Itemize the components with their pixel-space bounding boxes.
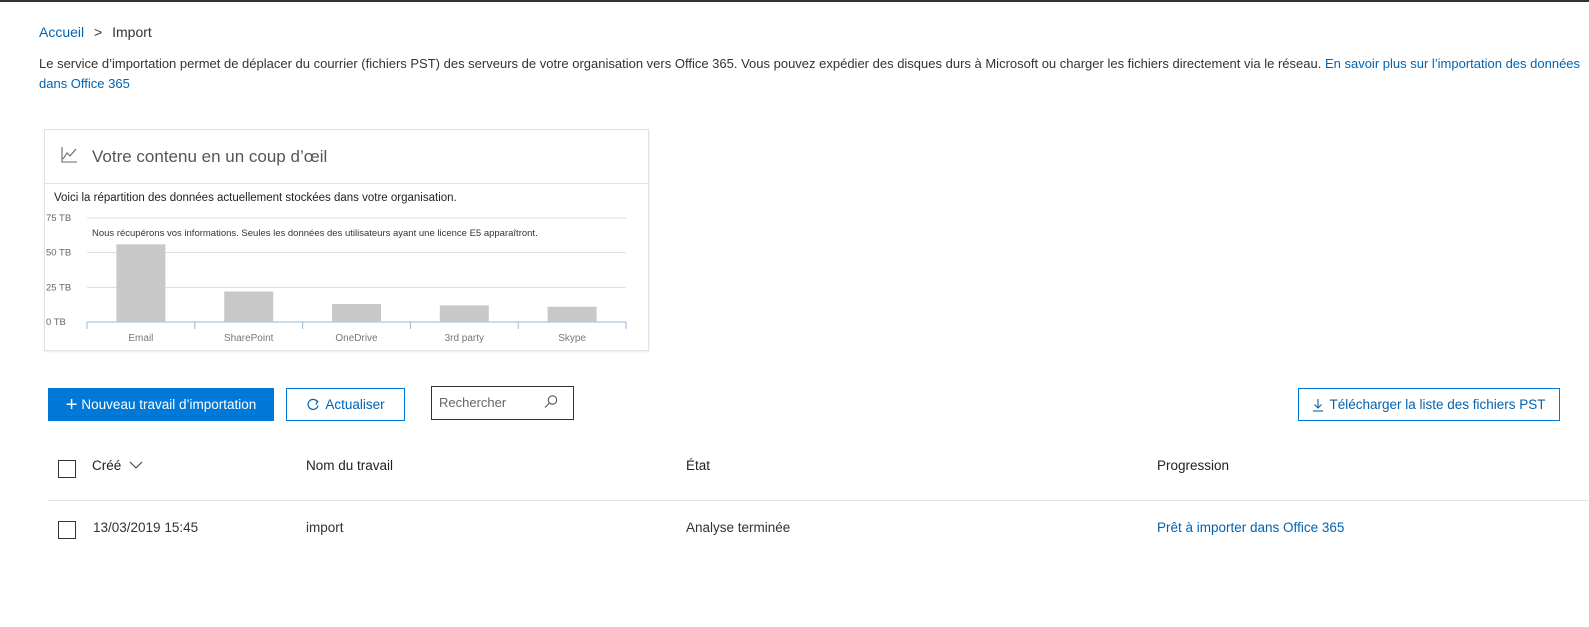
- bar-email: [116, 244, 166, 322]
- cell-job-name: import: [306, 520, 344, 535]
- y-tick-label: 25 TB: [46, 282, 71, 293]
- download-icon: [1313, 398, 1324, 412]
- card-header: Votre contenu en un coup d’œil: [45, 130, 648, 184]
- x-tick-label: OneDrive: [335, 333, 378, 344]
- column-header-created-label: Créé: [92, 458, 122, 473]
- search-box: [431, 386, 574, 420]
- table-header-divider: [48, 500, 1589, 501]
- plus-icon: +: [65, 393, 78, 416]
- card-title: Votre contenu en un coup d’œil: [92, 147, 328, 166]
- breadcrumb: Accueil > Import: [39, 24, 152, 40]
- search-input[interactable]: [437, 394, 546, 411]
- cell-state: Analyse terminée: [686, 520, 791, 535]
- new-import-job-label: Nouveau travail d’importation: [81, 397, 257, 412]
- content-overview-card: Votre contenu en un coup d’œil Voici la …: [44, 129, 649, 351]
- row-checkbox[interactable]: [58, 521, 76, 539]
- cell-created: 13/03/2019 15:45: [93, 520, 199, 535]
- bar-3rd-party: [439, 305, 489, 322]
- y-tick-label: 0 TB: [46, 317, 66, 328]
- bar-onedrive: [332, 303, 381, 322]
- breadcrumb-home-link[interactable]: Accueil: [39, 24, 84, 40]
- x-tick-label: Email: [128, 333, 153, 344]
- download-pst-list-label: Télécharger la liste des fichiers PST: [1329, 397, 1546, 412]
- column-header-state: État: [686, 458, 711, 473]
- x-tick-label: 3rd party: [445, 333, 484, 344]
- breadcrumb-separator: >: [94, 24, 103, 40]
- cell-progress-link[interactable]: Prêt à importer dans Office 365: [1157, 520, 1344, 535]
- select-all-checkbox[interactable]: [58, 460, 76, 478]
- y-tick-label: 75 TB: [46, 213, 71, 224]
- breadcrumb-current: Import: [112, 24, 152, 40]
- column-header-job-name: Nom du travail: [306, 458, 394, 473]
- x-tick-label: SharePoint: [224, 333, 274, 344]
- column-header-progress: Progression: [1157, 458, 1230, 473]
- description-text: Le service d’importation permet de dépla…: [39, 56, 1322, 71]
- refresh-icon: [307, 398, 319, 410]
- new-import-job-button[interactable]: + Nouveau travail d’importation: [48, 388, 274, 421]
- bar-sharepoint: [224, 291, 274, 322]
- y-tick-label: 50 TB: [46, 248, 71, 259]
- x-tick-label: Skype: [558, 333, 586, 344]
- column-header-created[interactable]: Créé: [92, 458, 143, 473]
- chevron-down-icon: [129, 461, 143, 469]
- page-description: Le service d’importation permet de dépla…: [39, 54, 1589, 94]
- card-subtitle: Voici la répartition des données actuell…: [54, 192, 457, 204]
- storage-bar-chart: 0 TB 25 TB 50 TB 75 TB Email SharePoint OneDr…: [46, 213, 627, 344]
- bar-skype: [547, 306, 597, 322]
- download-pst-list-button[interactable]: Télécharger la liste des fichiers PST: [1298, 388, 1560, 421]
- line-chart-icon: [61, 147, 77, 163]
- search-icon[interactable]: [543, 394, 559, 410]
- refresh-label: Actualiser: [325, 397, 385, 412]
- chart-annotation: Nous récupérons vos informations. Seules…: [92, 228, 538, 239]
- refresh-button[interactable]: Actualiser: [286, 388, 405, 421]
